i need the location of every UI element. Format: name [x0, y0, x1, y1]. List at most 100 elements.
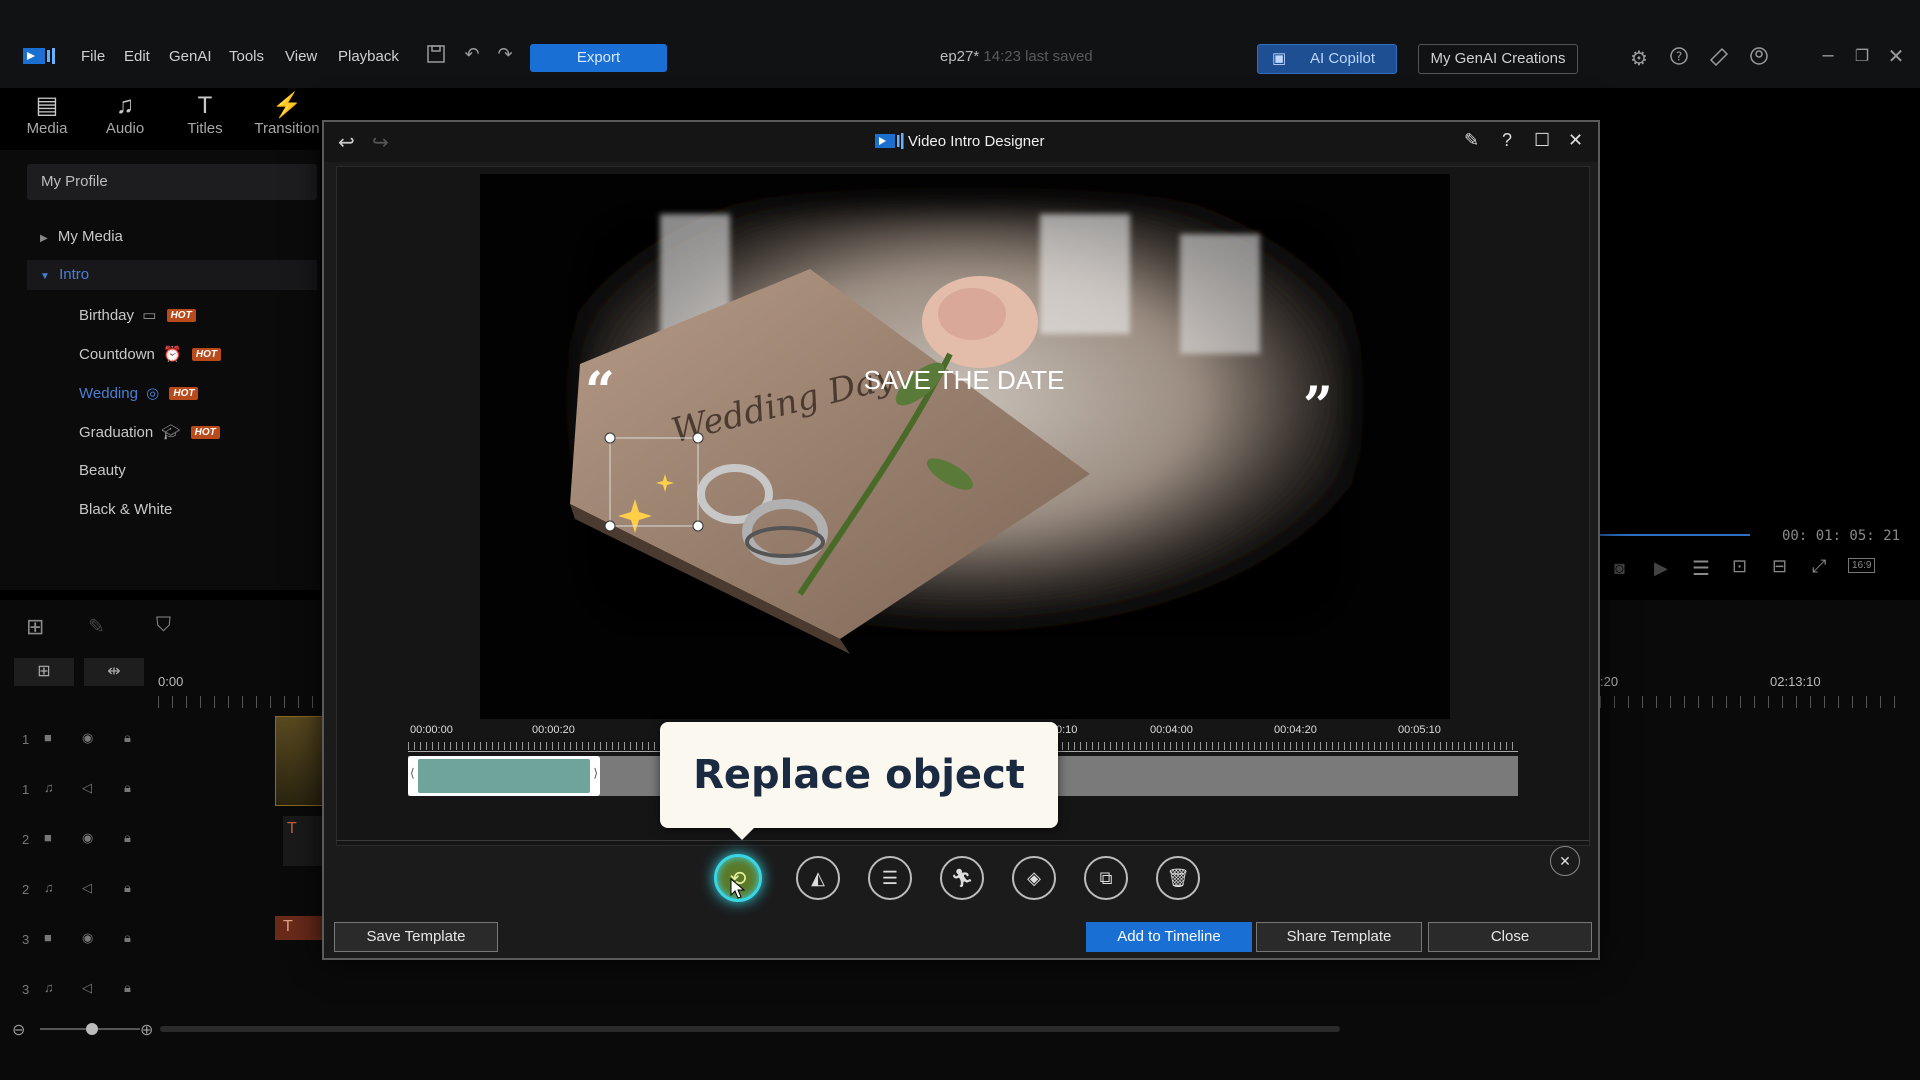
export-button[interactable]: Export	[530, 44, 667, 72]
adjust-button[interactable]: ☰	[868, 856, 912, 900]
layout-icon[interactable]: ⊟	[1772, 556, 1787, 577]
snapshot-icon[interactable]: ◙	[1614, 558, 1625, 579]
undo-icon[interactable]: ↶	[460, 44, 484, 65]
close-toolbar-button[interactable]: ✕	[1550, 846, 1580, 876]
zoom-in-icon[interactable]: ⊕	[140, 1020, 153, 1040]
close-app-icon[interactable]: ✕	[1886, 44, 1906, 69]
lock-icon[interactable]: 🔒︎	[124, 980, 131, 996]
split-button[interactable]: ⇹	[84, 658, 144, 686]
lock-icon[interactable]: 🔒︎	[124, 780, 131, 796]
close-button[interactable]: Close	[1428, 922, 1592, 952]
menu-genai[interactable]: GenAI	[169, 48, 212, 65]
dialog-help-icon[interactable]: ?	[1502, 130, 1512, 151]
project-status: 14:23 last saved	[983, 48, 1093, 65]
settings-gear-icon[interactable]: ⚙	[1627, 46, 1651, 71]
speaker-icon[interactable]: ◁	[82, 880, 92, 896]
clip-video-thumbnail[interactable]	[275, 716, 323, 806]
list-icon[interactable]: ☰	[1692, 556, 1710, 581]
track-audio-3: 3 ♫ ◁ 🔒︎	[0, 966, 160, 1016]
category-black-white[interactable]: Black & White	[79, 501, 172, 518]
alarm-clock-icon: ⏰	[163, 346, 182, 363]
aspect-ratio-badge[interactable]: 16:9	[1848, 558, 1876, 573]
object-clip[interactable]: ⟨ ⟩	[408, 756, 600, 796]
video-preview[interactable]: Wedding Day “ ” SAVE THE DATE	[480, 174, 1450, 719]
clip-left-handle-icon[interactable]: ⟨	[410, 766, 415, 780]
ai-copilot-button[interactable]: ▣ AI Copilot	[1257, 44, 1397, 74]
marker-icon[interactable]: ⛉	[156, 614, 171, 637]
svg-text:”: ”	[1303, 376, 1333, 437]
zoom-slider-thumb[interactable]	[86, 1023, 98, 1035]
tab-titles[interactable]: T Titles	[170, 92, 240, 144]
dialog-redo-icon[interactable]: ↪	[372, 130, 389, 155]
clip-title-2[interactable]: T	[283, 816, 323, 866]
library-panel: My Profile ▶ My Media ▼ Intro Birthday ▭…	[0, 150, 320, 590]
layer-order-button[interactable]: ◈	[1012, 856, 1056, 900]
menu-file[interactable]: File	[81, 48, 105, 65]
flip-button[interactable]: ◭	[796, 856, 840, 900]
help-icon[interactable]: ?	[1667, 46, 1691, 72]
minimize-icon[interactable]: –	[1818, 44, 1838, 67]
eye-icon[interactable]: ◉	[82, 830, 93, 846]
add-to-timeline-button[interactable]: Add to Timeline	[1086, 922, 1252, 952]
menu-tools[interactable]: Tools	[229, 48, 264, 65]
zoom-slider[interactable]	[40, 1023, 140, 1035]
profile-selector[interactable]: My Profile	[27, 164, 317, 200]
eye-icon[interactable]: ◉	[82, 930, 93, 946]
category-wedding[interactable]: Wedding ◎ HOT	[79, 384, 199, 402]
clip-right-handle-icon[interactable]: ⟩	[593, 766, 598, 780]
dialog-undo-icon[interactable]: ↩	[338, 130, 355, 155]
menu-edit[interactable]: Edit	[124, 48, 150, 65]
eye-icon[interactable]: ◉	[82, 730, 93, 746]
dialog-maximize-icon[interactable]: ☐	[1534, 130, 1550, 151]
lock-icon[interactable]: 🔒︎	[124, 730, 131, 746]
lock-icon[interactable]: 🔒︎	[124, 830, 131, 846]
notification-icon[interactable]	[1707, 46, 1731, 72]
zoom-out-icon[interactable]: ⊖	[12, 1020, 25, 1040]
lock-icon[interactable]: 🔒︎	[124, 930, 131, 946]
delete-button[interactable]: 🗑︎	[1156, 856, 1200, 900]
ruler-label: 0:10	[1056, 724, 1078, 736]
clip-title-3[interactable]: T	[275, 916, 323, 940]
category-beauty[interactable]: Beauty	[79, 462, 126, 479]
tab-transition[interactable]: ⚡ Transition	[252, 92, 322, 144]
tab-media[interactable]: ▤ Media	[12, 92, 82, 144]
music-note-icon: ♫	[116, 92, 134, 119]
tree-my-media[interactable]: ▶ My Media	[40, 228, 123, 245]
add-track-button[interactable]: ⊞	[14, 658, 74, 686]
sliders-icon: ☰	[881, 867, 899, 888]
pen-icon[interactable]: ✎	[88, 614, 105, 639]
tab-audio[interactable]: ♫ Audio	[90, 92, 160, 144]
edit-template-icon[interactable]: ✎	[1464, 130, 1479, 151]
fullscreen-icon[interactable]: ⤢	[1812, 556, 1826, 577]
my-genai-creations-button[interactable]: My GenAI Creations	[1418, 44, 1578, 74]
menu-playback[interactable]: Playback	[338, 48, 399, 65]
timeline-time-b: 02:13:10	[1770, 674, 1821, 689]
speaker-icon[interactable]: ◁	[82, 780, 92, 796]
save-project-icon[interactable]	[424, 44, 448, 68]
tab-audio-label: Audio	[105, 120, 145, 137]
speaker-icon[interactable]: ◁	[82, 980, 92, 996]
menu-view[interactable]: View	[285, 48, 317, 65]
save-template-button[interactable]: Save Template	[334, 922, 498, 952]
category-birthday[interactable]: Birthday ▭ HOT	[79, 306, 196, 324]
fit-icon[interactable]: ⊞	[26, 614, 44, 640]
dialog-close-icon[interactable]: ✕	[1568, 130, 1583, 151]
timeline-time-a: :20	[1600, 674, 1619, 689]
lock-icon[interactable]: 🔒︎	[124, 880, 131, 896]
redo-icon[interactable]: ↷	[493, 44, 517, 65]
category-countdown[interactable]: Countdown ⏰ HOT	[79, 345, 222, 363]
restore-icon[interactable]: ❐	[1852, 46, 1872, 66]
category-graduation[interactable]: Graduation 🎓︎ HOT	[79, 423, 220, 441]
track-number: 3	[22, 982, 30, 997]
zoom-icon[interactable]: ⊡	[1732, 556, 1747, 577]
hot-badge: HOT	[190, 426, 220, 439]
preview-progress-bar[interactable]	[1600, 534, 1750, 536]
account-icon[interactable]	[1747, 46, 1771, 72]
timeline-scrollbar[interactable]	[160, 1026, 1340, 1032]
share-template-button[interactable]: Share Template	[1256, 922, 1422, 952]
motion-button[interactable]: 🏃︎	[940, 856, 984, 900]
tree-intro[interactable]: ▼ Intro	[27, 260, 317, 290]
mouse-cursor-icon	[730, 877, 746, 900]
duplicate-button[interactable]: ⧉	[1084, 856, 1128, 900]
play-icon[interactable]: ▶	[1654, 558, 1668, 579]
